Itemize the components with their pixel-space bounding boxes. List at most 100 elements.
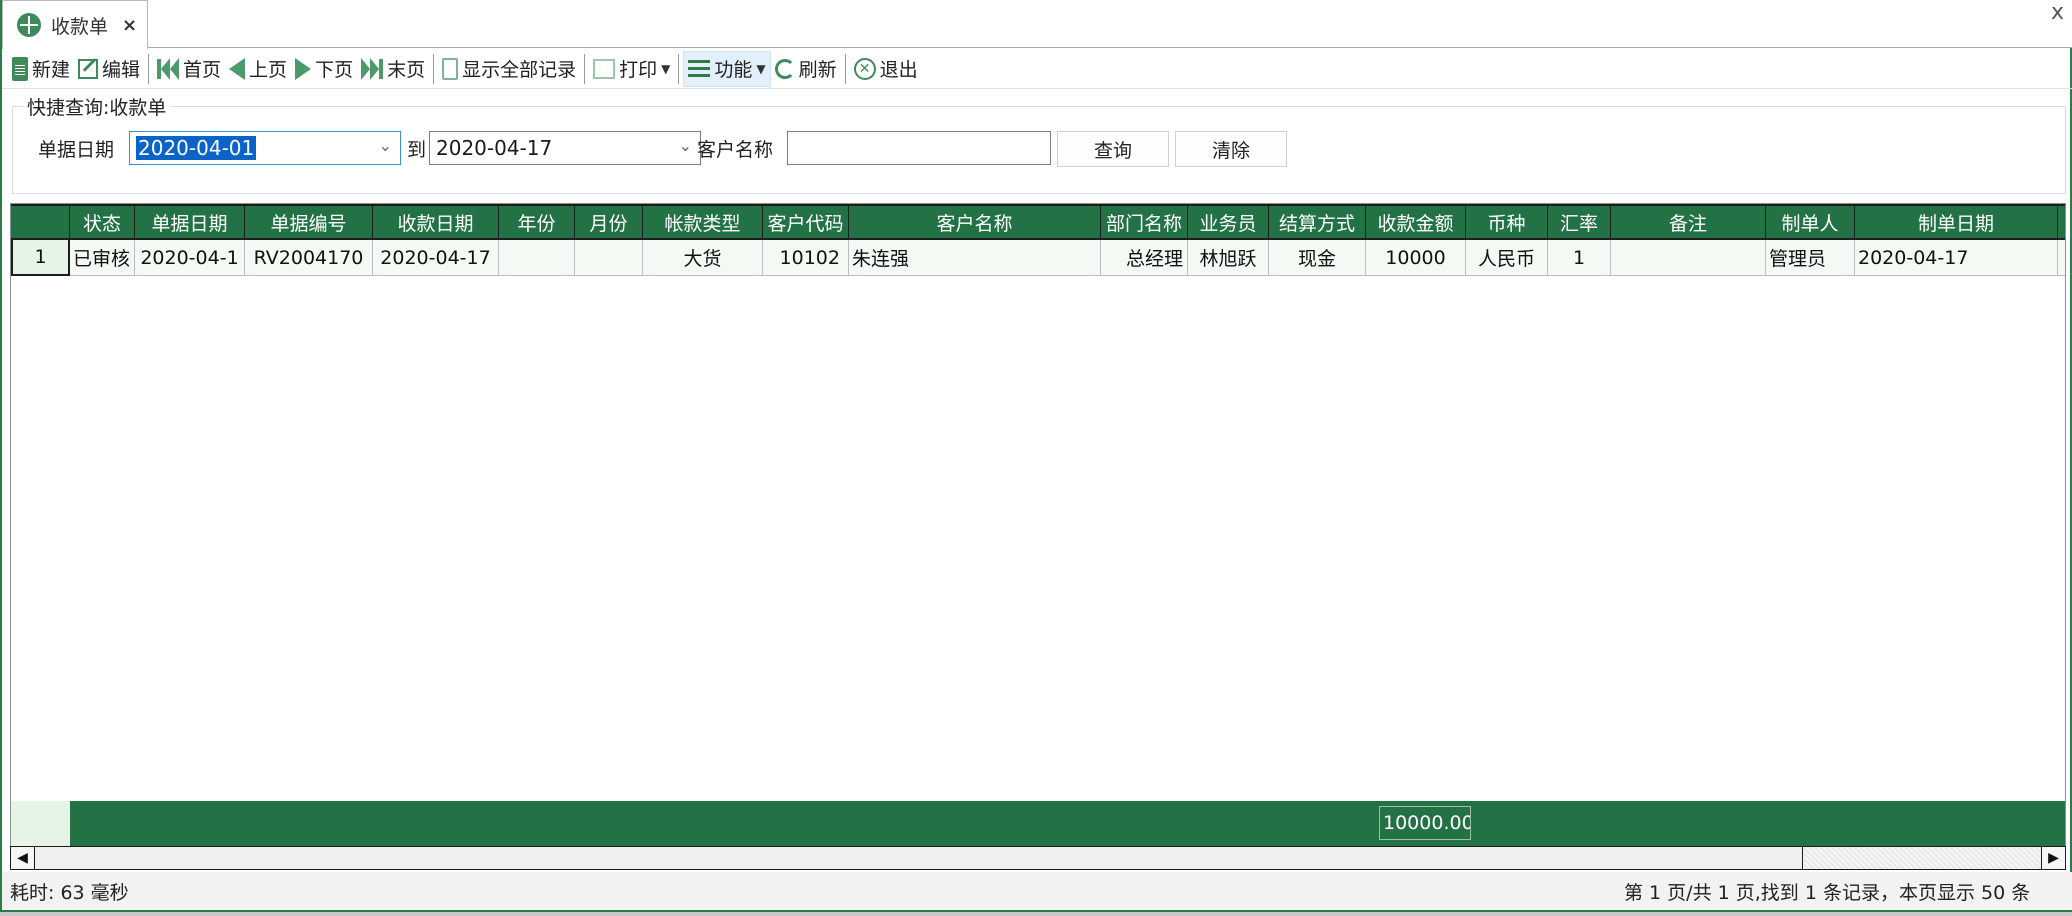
toolbar-separator: [844, 53, 846, 84]
tab-strip: 收款单 × x: [2, 0, 2072, 49]
query-button[interactable]: 查询: [1057, 131, 1169, 167]
column-header-customer-name[interactable]: 客户名称: [849, 206, 1101, 238]
tab-receipt[interactable]: 收款单 ×: [2, 0, 148, 49]
cell-customer-code: 10102: [763, 240, 849, 276]
new-label: 新建: [32, 59, 71, 81]
scroll-right-icon[interactable]: ▶: [2041, 847, 2065, 869]
column-header-extra[interactable]: [2058, 206, 2065, 238]
cell-doc-date: 2020-04-1: [135, 240, 245, 276]
cell-settlement: 现金: [1269, 240, 1366, 276]
cell-salesperson: 林旭跃: [1188, 240, 1269, 276]
cell-status: 已审核: [70, 240, 135, 276]
print-button[interactable]: 打印 ▼: [589, 51, 674, 87]
list-icon: [688, 59, 711, 78]
quick-query-title: 快捷查询:收款单: [23, 93, 171, 120]
column-header-department[interactable]: 部门名称: [1101, 206, 1188, 238]
next-page-button[interactable]: 下页: [291, 51, 357, 87]
cell-receipt-date: 2020-04-17: [373, 240, 499, 276]
scroll-left-icon[interactable]: ◀: [11, 847, 35, 869]
column-header-customer-code[interactable]: 客户代码: [763, 206, 849, 238]
column-header-settlement[interactable]: 结算方式: [1269, 206, 1366, 238]
column-header-created-date[interactable]: 制单日期: [1855, 206, 2058, 238]
chevron-down-icon: ▼: [661, 61, 671, 76]
last-page-button[interactable]: 末页: [357, 51, 429, 87]
column-header-year[interactable]: 年份: [499, 206, 575, 238]
functions-label: 功能: [714, 59, 753, 81]
exit-label: 退出: [879, 59, 918, 81]
cell-created-date: 2020-04-17: [1855, 240, 2058, 276]
column-header-creator[interactable]: 制单人: [1766, 206, 1855, 238]
column-header-account-type[interactable]: 帐款类型: [643, 206, 763, 238]
new-document-icon: [12, 56, 28, 81]
cell-amount: 10000: [1366, 240, 1466, 276]
column-header-remark[interactable]: 备注: [1611, 206, 1766, 238]
first-page-button[interactable]: 首页: [153, 51, 225, 87]
summary-amount-total: 10000.00: [1379, 806, 1471, 840]
exit-icon: ✕: [853, 57, 876, 80]
new-button[interactable]: 新建: [8, 51, 74, 87]
customer-name-label: 客户名称: [697, 139, 774, 161]
cell-creator: 管理员: [1766, 240, 1855, 276]
chevron-down-icon[interactable]: ⌄: [379, 136, 392, 155]
horizontal-scrollbar[interactable]: ◀ ▶: [10, 846, 2066, 870]
functions-button[interactable]: 功能 ▼: [683, 50, 771, 87]
last-page-label: 末页: [387, 59, 426, 81]
chevron-down-icon[interactable]: ⌄: [679, 136, 692, 155]
column-header-salesperson[interactable]: 业务员: [1188, 206, 1269, 238]
search-document-icon: [442, 57, 459, 80]
cell-extra: (: [2058, 240, 2065, 276]
tab-title: 收款单: [51, 15, 109, 38]
next-page-label: 下页: [315, 59, 354, 81]
column-header-receipt-date[interactable]: 收款日期: [373, 206, 499, 238]
previous-page-button[interactable]: 上页: [225, 51, 291, 87]
clear-button[interactable]: 清除: [1175, 131, 1287, 167]
toolbar-separator: [584, 53, 586, 84]
status-bar: 耗时: 63 毫秒 第 1 页/共 1 页,找到 1 条记录，本页显示 50 条: [2, 872, 2072, 912]
toolbar-separator: [678, 53, 680, 84]
previous-page-label: 上页: [249, 59, 288, 81]
toolbar: 新建 编辑 首页 上页 下页 末页 显示全部记录 打印 ▼ 功能 ▼ 刷新 ✕ …: [2, 49, 2072, 89]
column-header-currency[interactable]: 币种: [1466, 206, 1548, 238]
toolbar-separator: [433, 53, 435, 84]
first-page-label: 首页: [183, 59, 222, 81]
date-from-picker[interactable]: 2020-04-01 ⌄: [129, 131, 401, 165]
column-header-status[interactable]: 状态: [70, 206, 135, 238]
cell-account-type: 大货: [643, 240, 763, 276]
scrollbar-track[interactable]: [1804, 847, 2041, 869]
cell-currency: 人民币: [1466, 240, 1548, 276]
column-header-rate[interactable]: 汇率: [1548, 206, 1611, 238]
exit-button[interactable]: ✕ 退出: [850, 51, 922, 87]
chevron-down-icon: ▼: [756, 61, 766, 76]
row-number: 1: [11, 240, 70, 276]
receipt-window: 收款单 × x 新建 编辑 首页 上页 下页 末页 显示全部记录 打印 ▼ 功能…: [0, 0, 2072, 912]
customer-name-input[interactable]: [787, 131, 1051, 165]
edit-label: 编辑: [102, 59, 141, 81]
background-window-edge: [0, 912, 2072, 916]
date-to-picker[interactable]: 2020-04-17 ⌄: [429, 131, 701, 165]
cell-customer-name: 朱连强: [849, 240, 1101, 276]
date-to-value: 2020-04-17: [436, 136, 553, 160]
grid-header: 状态 单据日期 单据编号 收款日期 年份 月份 帐款类型 客户代码 客户名称 部…: [11, 204, 2065, 240]
refresh-button[interactable]: 刷新: [771, 51, 841, 87]
summary-row: 10000.00: [11, 801, 2065, 847]
window-close-button[interactable]: x: [2051, 0, 2064, 25]
toolbar-separator: [148, 53, 150, 84]
edit-button[interactable]: 编辑: [74, 51, 144, 87]
show-all-label: 显示全部记录: [462, 59, 577, 81]
elapsed-time: 耗时: 63 毫秒: [10, 881, 129, 904]
scrollbar-thumb[interactable]: [35, 847, 1803, 869]
cell-year: [499, 240, 575, 276]
tab-close-icon[interactable]: ×: [122, 15, 137, 36]
column-header-doc-date[interactable]: 单据日期: [135, 206, 245, 238]
column-header-doc-number[interactable]: 单据编号: [245, 206, 373, 238]
receipt-grid: 状态 单据日期 单据编号 收款日期 年份 月份 帐款类型 客户代码 客户名称 部…: [10, 203, 2066, 848]
column-header-amount[interactable]: 收款金额: [1366, 206, 1466, 238]
column-header-month[interactable]: 月份: [575, 206, 643, 238]
refresh-label: 刷新: [798, 59, 837, 81]
print-label: 打印: [619, 59, 658, 81]
show-all-records-button[interactable]: 显示全部记录: [438, 51, 580, 87]
cell-remark: [1611, 240, 1766, 276]
paging-info: 第 1 页/共 1 页,找到 1 条记录，本页显示 50 条: [1624, 881, 2031, 904]
table-row[interactable]: 1 已审核 2020-04-1 RV2004170 2020-04-17 大货 …: [11, 240, 2065, 276]
globe-icon: [17, 13, 41, 37]
